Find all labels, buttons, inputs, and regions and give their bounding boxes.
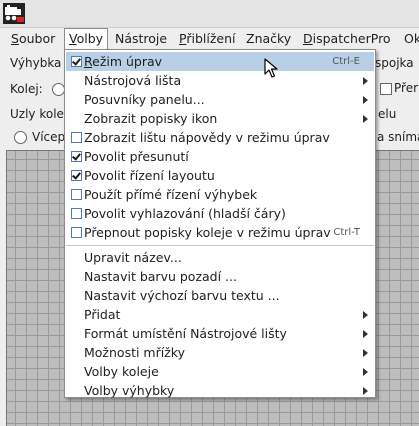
menu-nastroje[interactable]: Nástroje (111, 28, 171, 49)
menu-znacky[interactable]: Značky (242, 28, 295, 49)
menuitem-label: Formát umístění Nástrojové lišty (84, 326, 287, 341)
submenu-arrow-icon (363, 77, 368, 85)
menuitem-povolit-presunuti[interactable]: Povolit přesunutí (66, 147, 374, 166)
menuitem-label: Upravit název... (84, 250, 182, 265)
prer-label: Přer (394, 81, 419, 95)
vicep-label: Vícep (32, 130, 66, 144)
menuitem-label: Volby koleje (84, 364, 159, 379)
menuitem-nastavit-barvu-pozadi[interactable]: Nastavit barvu pozadí ... (66, 267, 374, 286)
menuitem-moznosti-mrizky[interactable]: Možnosti mřížky (66, 343, 374, 362)
menu-ok[interactable]: Ok (400, 28, 419, 49)
menu-soubor[interactable]: Soubor (7, 28, 59, 49)
submenu-arrow-icon (363, 330, 368, 338)
menuitem-label: Povolit přesunutí (84, 149, 189, 164)
shortcut-label: Ctrl-T (333, 227, 360, 238)
menuitem-label: Povolit řízení layoutu (84, 168, 215, 183)
menuitem-label: Nastavit výchozí barvu textu ... (84, 288, 280, 303)
menu-dispatcherpro[interactable]: DispatcherPro (299, 28, 395, 49)
menuitem-povolit-vyhlazovani[interactable]: Povolit vyhlazování (hladší čáry) (66, 204, 374, 223)
menuitem-pridat[interactable]: Přidat (66, 305, 374, 324)
menuitem-label: Nastavit barvu pozadí ... (84, 269, 237, 284)
menuitem-label: Nástrojová lišta (84, 73, 182, 88)
menuitem-povolit-rizeni-layoutu[interactable]: Povolit řízení layoutu (66, 166, 374, 185)
menuitem-prime-rizeni-vyhybek[interactable]: Použít přímé řízení výhybek (66, 185, 374, 204)
menuitem-label: Přidat (84, 307, 121, 322)
menuitem-upravit-nazev[interactable]: Upravit název... (66, 248, 374, 267)
volby-dropdown-menu: Režim úprav Ctrl-E Nástrojová lišta Posu… (64, 49, 376, 398)
menuitem-label: Zobrazit popisky ikon (84, 111, 218, 126)
checkbox-unchecked-icon (71, 208, 82, 219)
submenu-arrow-icon (363, 96, 368, 104)
checkbox-checked-icon (71, 151, 82, 162)
submenu-arrow-icon (363, 115, 368, 123)
menuitem-label: Posuvníky panelu... (84, 92, 205, 107)
menuitem-volby-vyhybky[interactable]: Volby výhybky (66, 381, 374, 400)
submenu-arrow-icon (363, 311, 368, 319)
mouse-pointer-icon (264, 58, 278, 78)
prer-checkbox[interactable] (380, 83, 392, 95)
menu-bar: Soubor Volby Nástroje Přiblížení Značky … (0, 28, 419, 49)
menu-volby[interactable]: Volby (64, 28, 109, 49)
checkbox-unchecked-icon (71, 189, 82, 200)
menuitem-format-umisteni-listy[interactable]: Formát umístění Nástrojové lišty (66, 324, 374, 343)
shortcut-label: Ctrl-E (332, 56, 360, 67)
submenu-arrow-icon (363, 349, 368, 357)
menuitem-label: Přepnout popisky koleje v režimu úprav (84, 225, 331, 240)
menuitem-zobrazit-listu-napovedy[interactable]: Zobrazit lištu nápovědy v režimu úprav (66, 128, 374, 147)
submenu-arrow-icon (363, 368, 368, 376)
menuitem-label: Zobrazit lištu nápovědy v režimu úprav (84, 130, 330, 145)
menu-priblizeni[interactable]: Přiblížení (175, 28, 239, 49)
vyhybka-label: Výhybka (10, 56, 62, 70)
menu-separator (66, 245, 374, 246)
menuitem-posuvniky-panelu[interactable]: Posuvníky panelu... (66, 90, 374, 109)
title-bar (0, 0, 419, 28)
menuitem-label: Použít přímé řízení výhybek (84, 187, 258, 202)
menuitem-zobrazit-popisky-ikon[interactable]: Zobrazit popisky ikon (66, 109, 374, 128)
snima-label: a sníma (377, 130, 419, 144)
checkbox-checked-icon (71, 170, 82, 181)
menuitem-prepnout-popisky-koleje[interactable]: Přepnout popisky koleje v režimu úprav C… (66, 223, 374, 242)
submenu-arrow-icon (363, 387, 368, 395)
menuitem-label: Možnosti mřížky (84, 345, 185, 360)
menuitem-label: Režim úprav (84, 54, 163, 69)
app-train-icon (3, 3, 25, 24)
checkbox-checked-icon (71, 56, 82, 67)
menuitem-volby-koleje[interactable]: Volby koleje (66, 362, 374, 381)
menuitem-rezim-uprav[interactable]: Režim úprav Ctrl-E (66, 52, 374, 71)
vicep-radio[interactable] (14, 131, 27, 144)
kolej-label: Kolej: (10, 82, 43, 96)
checkbox-unchecked-icon (71, 227, 82, 238)
spojka-label: spojka (375, 56, 414, 70)
menuitem-nastavit-barvu-textu[interactable]: Nastavit výchozí barvu textu ... (66, 286, 374, 305)
elu-label: elu (378, 107, 397, 121)
menuitem-label: Povolit vyhlazování (hladší čáry) (84, 206, 286, 221)
checkbox-unchecked-icon (71, 132, 82, 143)
menuitem-nastrojova-lista[interactable]: Nástrojová lišta (66, 71, 374, 90)
menuitem-label: Volby výhybky (84, 383, 175, 398)
uzly-koleje-label: Uzly kole (10, 107, 64, 121)
